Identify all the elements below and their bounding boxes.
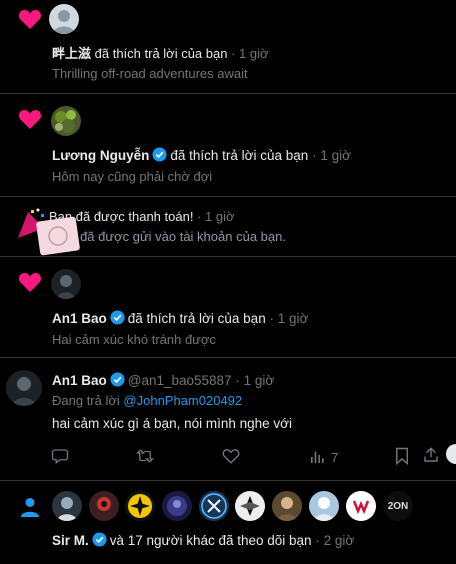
follower-avatar-5[interactable] bbox=[199, 491, 229, 521]
avatar-image bbox=[55, 110, 76, 133]
user-handle[interactable]: @an1_bao55887 bbox=[128, 373, 232, 388]
reply-icon[interactable] bbox=[51, 447, 69, 465]
action-text: đã thích trả lời của bạn bbox=[94, 46, 228, 61]
like-icon[interactable] bbox=[222, 447, 240, 465]
timestamp: · 1 giờ bbox=[269, 311, 309, 326]
follower-avatar-8[interactable] bbox=[309, 491, 339, 521]
user-name[interactable]: An1 Bao bbox=[52, 373, 107, 388]
user-name[interactable]: Sir M. bbox=[52, 533, 89, 548]
views-count: 7 bbox=[331, 449, 339, 465]
verified-badge-icon bbox=[152, 147, 167, 162]
reply-snippet: Hôm nay cũng phải chờ đợi bbox=[52, 169, 213, 184]
follower-avatar-1[interactable] bbox=[52, 491, 82, 521]
heart-icon bbox=[19, 9, 41, 29]
follower-avatar-2[interactable] bbox=[89, 491, 119, 521]
notification-like-2[interactable]: Lương Nguyễn đã thích trả lời của bạn · 1… bbox=[0, 94, 456, 197]
person-icon bbox=[21, 498, 39, 517]
follower-avatar-9[interactable] bbox=[346, 491, 376, 521]
follower-avatar-3[interactable] bbox=[125, 491, 155, 521]
notification-like-3[interactable]: An1 Bao đã thích trả lời của bạn · 1 giờ … bbox=[0, 257, 456, 358]
bookmark-icon[interactable] bbox=[394, 447, 410, 465]
avatar[interactable] bbox=[49, 4, 79, 34]
avatar[interactable] bbox=[51, 106, 81, 136]
verified-badge-icon bbox=[110, 310, 125, 325]
replying-to-label: Đang trả lời bbox=[52, 393, 120, 408]
share-icon[interactable] bbox=[422, 446, 440, 464]
follower-avatar-10[interactable]: 2ON bbox=[383, 491, 413, 521]
default-user-icon bbox=[53, 10, 75, 34]
action-text: đã thích trả lời của bạn bbox=[170, 148, 309, 163]
reply-snippet: Thrilling off-road adventures await bbox=[52, 66, 248, 81]
follower-avatar-4[interactable] bbox=[162, 491, 192, 521]
avatar-image bbox=[12, 377, 36, 406]
timestamp: · 2 giờ bbox=[315, 533, 355, 548]
follow-text: và 17 người khác đã theo dõi bạn bbox=[109, 533, 312, 548]
follower-avatar-6[interactable] bbox=[235, 491, 265, 521]
avatar[interactable] bbox=[51, 269, 81, 299]
sticker-image bbox=[35, 216, 81, 256]
views-stat[interactable]: 7 bbox=[309, 447, 338, 467]
payment-body: 74 đã được gửi vào tài khoản của bạn. bbox=[62, 229, 286, 244]
reply-snippet: Hai cảm xúc khó tránh được bbox=[52, 332, 216, 347]
avatar-label: 2ON bbox=[387, 500, 409, 512]
action-text: đã thích trả lời của bạn bbox=[127, 311, 266, 326]
user-name[interactable]: 畔上滋 bbox=[52, 46, 91, 61]
tweet-text: hai cảm xúc gì á bạn, nói mình nghe với bbox=[52, 416, 292, 431]
timestamp: · 1 giờ bbox=[197, 209, 235, 224]
heart-icon bbox=[19, 109, 41, 129]
avatar[interactable] bbox=[6, 370, 42, 406]
follower-avatar-7[interactable] bbox=[272, 491, 302, 521]
timestamp: · 1 giờ bbox=[312, 148, 351, 163]
analytics-icon bbox=[311, 451, 324, 463]
replying-to-link[interactable]: @JohnPham020492 bbox=[123, 393, 242, 408]
verified-badge-icon bbox=[110, 372, 125, 387]
user-name[interactable]: Lương Nguyễn bbox=[52, 148, 149, 163]
verified-badge-icon bbox=[92, 532, 107, 547]
heart-icon bbox=[19, 272, 41, 292]
notification-payment[interactable]: Bạn đã được thanh toán! · 1 giờ 74 đã đư… bbox=[0, 197, 456, 257]
timestamp: · 1 giờ bbox=[231, 46, 269, 61]
user-name[interactable]: An1 Bao bbox=[52, 311, 107, 326]
retweet-icon[interactable] bbox=[136, 447, 154, 465]
timestamp: · 1 giờ bbox=[235, 373, 275, 388]
avatar-image bbox=[57, 275, 75, 299]
notification-like-1[interactable]: 畔上滋 đã thích trả lời của bạn · 1 giờ Thr… bbox=[0, 0, 456, 94]
